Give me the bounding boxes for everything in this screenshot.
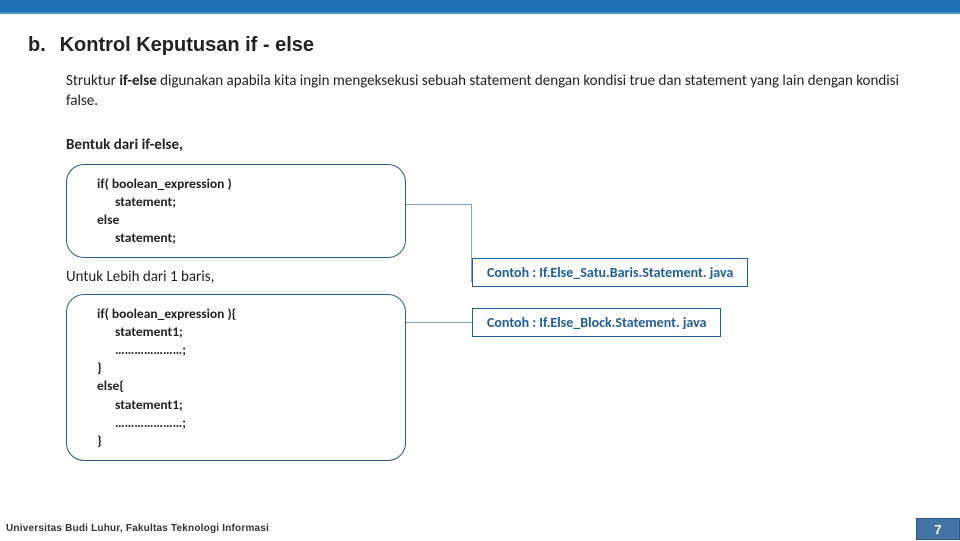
intro-post: digunakan apabila kita ingin mengeksekus… <box>66 72 899 110</box>
intro-paragraph: Struktur if-else digunakan apabila kita … <box>66 71 932 112</box>
subheading-bentuk: Bentuk dari if-else, <box>66 136 932 154</box>
connector-2 <box>406 322 472 323</box>
example-box-2: Contoh : If.Else_Block.Statement. java <box>472 308 721 337</box>
page-number: 7 <box>916 518 960 540</box>
footer-text: Universitas Budi Luhur, Fakultas Teknolo… <box>6 523 269 534</box>
slide-content: b. Kontrol Keputusan if - else Struktur … <box>0 14 960 464</box>
connector-1 <box>406 204 472 282</box>
top-accent-bar <box>0 0 960 14</box>
code-group-1: if( boolean_expression ) statement; else… <box>66 164 932 254</box>
example-box-1: Contoh : If.Else_Satu.Baris.Statement. j… <box>472 258 748 287</box>
subhead1-post: , <box>179 136 183 154</box>
footer: Universitas Budi Luhur, Fakultas Teknolo… <box>0 518 960 540</box>
intro-keyword: if-else <box>119 72 156 90</box>
code2-l8: } <box>97 432 387 450</box>
example2-text: Contoh : If.Else_Block.Statement. java <box>487 314 706 331</box>
code2-l6: statement1; <box>97 396 387 414</box>
code1-l3: else <box>97 211 387 229</box>
heading-letter: b. <box>28 34 54 57</box>
code1-l4: statement; <box>97 229 387 247</box>
code-box-single: if( boolean_expression ) statement; else… <box>66 164 406 259</box>
code2-l3: …………………; <box>97 341 387 359</box>
section-heading: b. Kontrol Keputusan if - else <box>28 34 932 57</box>
code2-l2: statement1; <box>97 323 387 341</box>
code2-l7: …………………; <box>97 414 387 432</box>
code2-l1: if( boolean_expression ){ <box>97 305 387 323</box>
subhead1-pre: Bentuk dari <box>66 136 142 154</box>
example1-text: Contoh : If.Else_Satu.Baris.Statement. j… <box>487 264 733 281</box>
code2-l5: else{ <box>97 377 387 395</box>
subhead2-text: Untuk Lebih dari 1 baris, <box>66 268 214 286</box>
code1-l1: if( boolean_expression ) <box>97 175 387 193</box>
subhead1-kw: if-else <box>142 136 179 154</box>
heading-title: Kontrol Keputusan if - else <box>60 34 314 56</box>
code-group-2: if( boolean_expression ){ statement1; ……… <box>66 294 932 464</box>
intro-pre: Struktur <box>66 72 119 90</box>
code2-l4: } <box>97 359 387 377</box>
code1-l2: statement; <box>97 193 387 211</box>
code-box-block: if( boolean_expression ){ statement1; ……… <box>66 294 406 462</box>
